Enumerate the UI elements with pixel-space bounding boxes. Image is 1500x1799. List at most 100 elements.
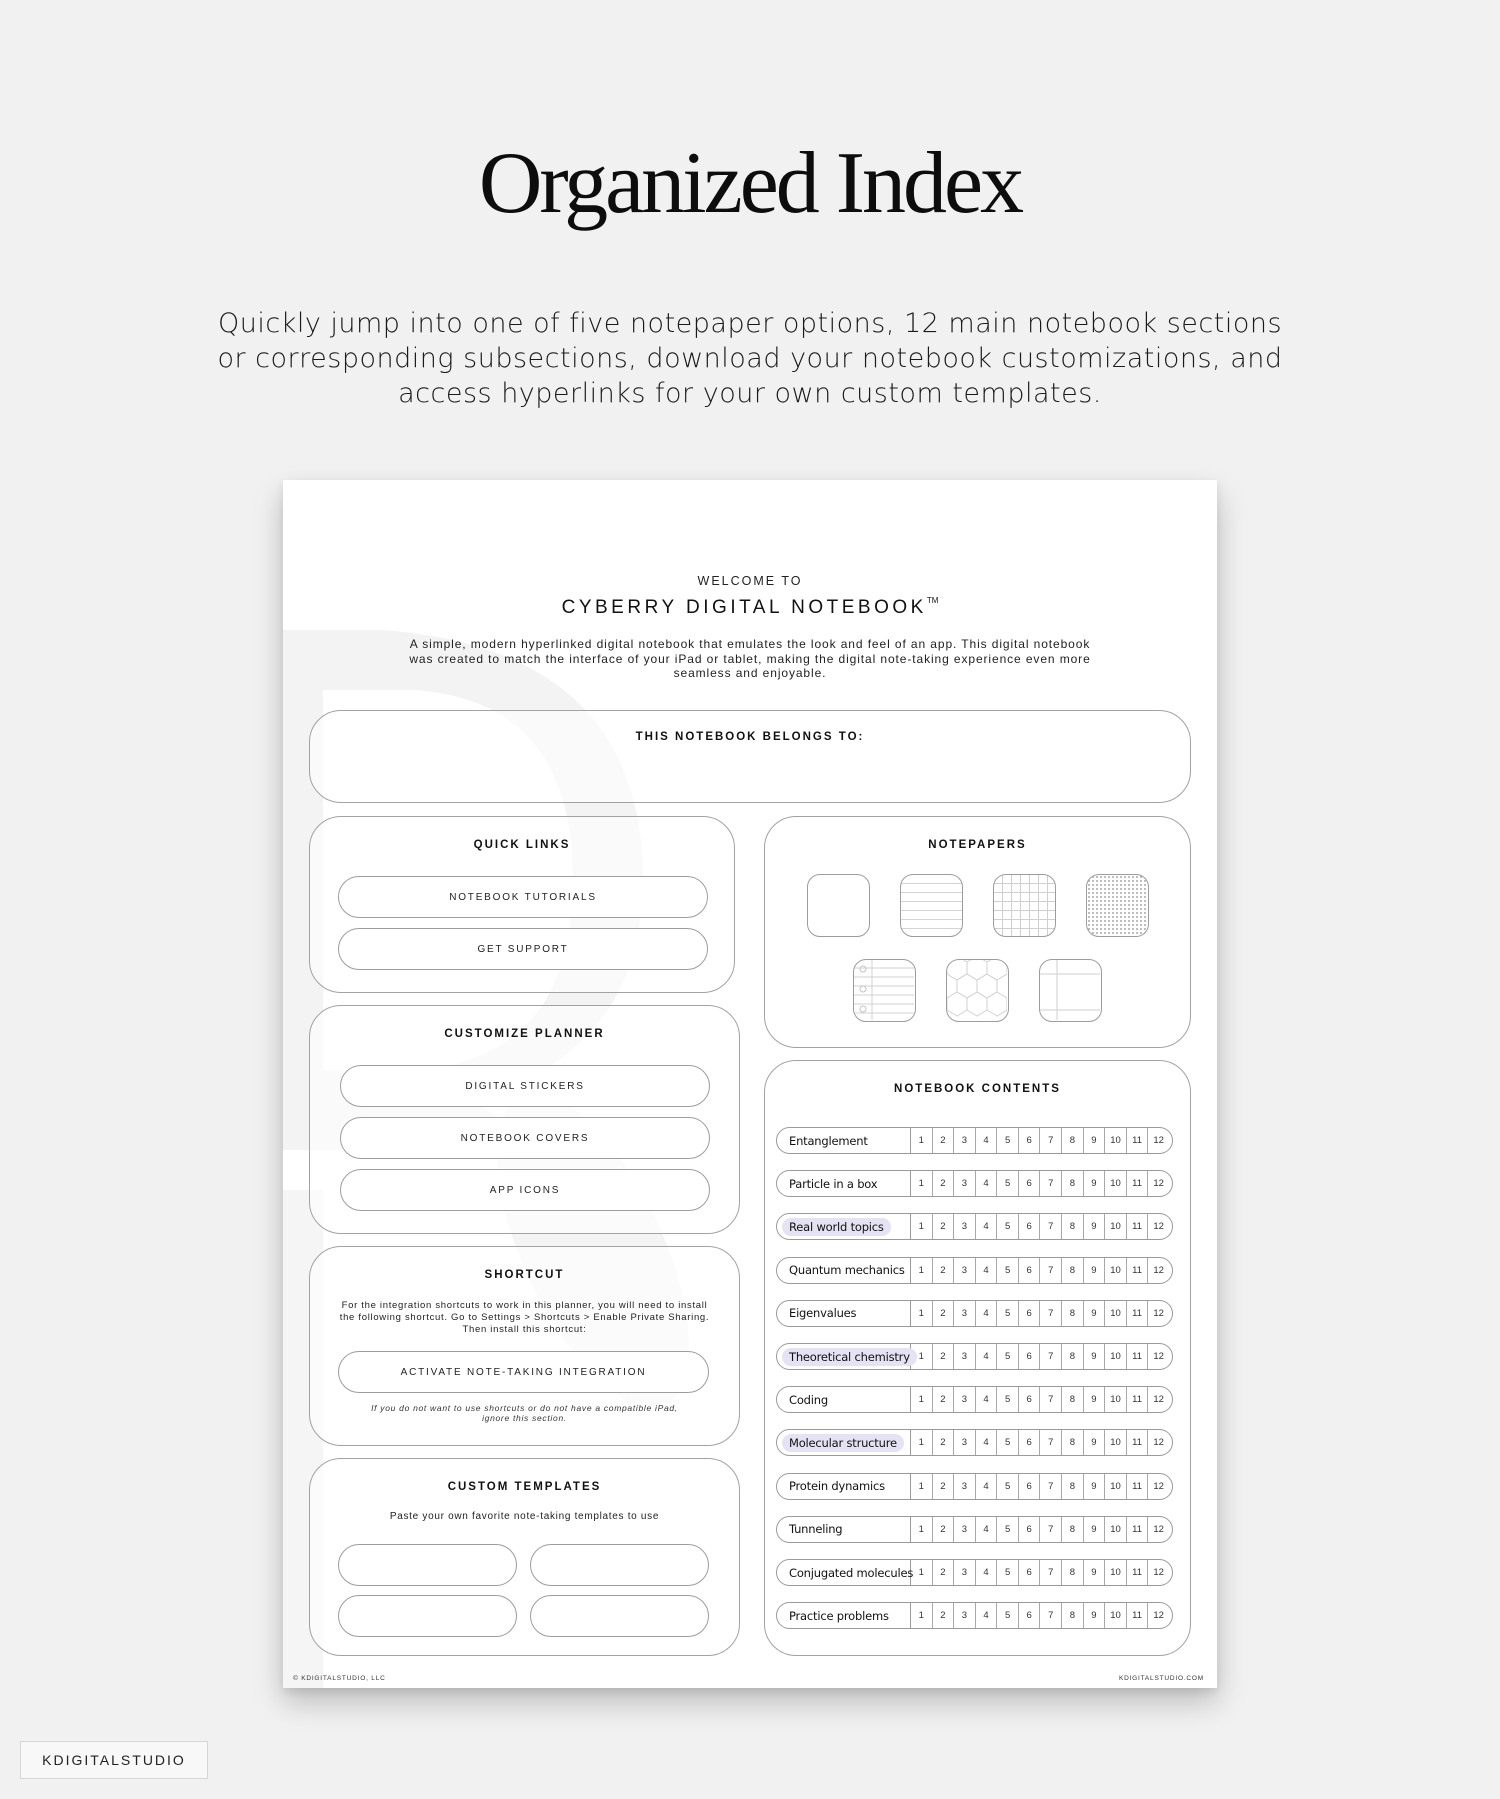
section-link[interactable]: Quantum mechanics bbox=[782, 1261, 912, 1279]
subsection-link[interactable]: 3 bbox=[954, 1128, 976, 1153]
subsection-link[interactable]: 7 bbox=[1040, 1257, 1063, 1283]
subsection-link[interactable]: 2 bbox=[933, 1603, 955, 1629]
subsection-link[interactable]: 12 bbox=[1148, 1560, 1172, 1585]
subsection-link[interactable]: 1 bbox=[911, 1516, 933, 1542]
subsection-link[interactable]: 3 bbox=[954, 1300, 976, 1326]
get-support-button[interactable]: GET SUPPORT bbox=[338, 928, 708, 970]
subsection-link[interactable]: 9 bbox=[1084, 1344, 1106, 1369]
subsection-link[interactable]: 10 bbox=[1105, 1387, 1127, 1413]
subsection-link[interactable]: 4 bbox=[976, 1560, 998, 1585]
subsection-link[interactable]: 9 bbox=[1084, 1171, 1106, 1197]
subsection-link[interactable]: 10 bbox=[1105, 1473, 1127, 1499]
subsection-link[interactable]: 1 bbox=[911, 1171, 933, 1197]
subsection-link[interactable]: 1 bbox=[911, 1344, 933, 1369]
subsection-link[interactable]: 12 bbox=[1148, 1214, 1172, 1239]
subsection-link[interactable]: 8 bbox=[1062, 1560, 1084, 1585]
subsection-link[interactable]: 9 bbox=[1084, 1128, 1106, 1153]
subsection-link[interactable]: 2 bbox=[933, 1387, 955, 1413]
subsection-link[interactable]: 11 bbox=[1127, 1171, 1149, 1197]
subsection-link[interactable]: 12 bbox=[1148, 1171, 1172, 1196]
subsection-link[interactable]: 11 bbox=[1127, 1387, 1149, 1413]
subsection-link[interactable]: 6 bbox=[1019, 1516, 1041, 1542]
subsection-link[interactable]: 12 bbox=[1148, 1474, 1172, 1499]
subsection-link[interactable]: 10 bbox=[1105, 1128, 1127, 1153]
subsection-link[interactable]: 2 bbox=[933, 1300, 955, 1326]
subsection-link[interactable]: 6 bbox=[1019, 1344, 1041, 1369]
subsection-link[interactable]: 7 bbox=[1040, 1171, 1063, 1197]
subsection-link[interactable]: 2 bbox=[933, 1344, 955, 1369]
subsection-link[interactable]: 5 bbox=[997, 1257, 1019, 1283]
subsection-link[interactable]: 12 bbox=[1148, 1517, 1172, 1542]
subsection-link[interactable]: 9 bbox=[1084, 1603, 1106, 1629]
subsection-link[interactable]: 10 bbox=[1105, 1171, 1127, 1197]
subsection-link[interactable]: 9 bbox=[1084, 1214, 1106, 1240]
subsection-link[interactable]: 8 bbox=[1062, 1214, 1084, 1240]
subsection-link[interactable]: 4 bbox=[976, 1300, 998, 1326]
subsection-link[interactable]: 8 bbox=[1062, 1344, 1084, 1369]
subsection-link[interactable]: 12 bbox=[1148, 1603, 1172, 1628]
subsection-link[interactable]: 6 bbox=[1019, 1128, 1041, 1153]
subsection-link[interactable]: 9 bbox=[1084, 1387, 1106, 1413]
subsection-link[interactable]: 11 bbox=[1127, 1560, 1149, 1585]
subsection-link[interactable]: 12 bbox=[1148, 1344, 1172, 1369]
subsection-link[interactable]: 1 bbox=[911, 1300, 933, 1326]
subsection-link[interactable]: 6 bbox=[1019, 1387, 1041, 1413]
subsection-link[interactable]: 1 bbox=[911, 1603, 933, 1629]
subsection-link[interactable]: 5 bbox=[997, 1171, 1019, 1197]
subsection-link[interactable]: 3 bbox=[954, 1387, 976, 1413]
subsection-link[interactable]: 7 bbox=[1040, 1430, 1063, 1456]
subsection-link[interactable]: 8 bbox=[1062, 1516, 1084, 1542]
subsection-link[interactable]: 11 bbox=[1127, 1473, 1149, 1499]
subsection-link[interactable]: 3 bbox=[954, 1257, 976, 1283]
section-link[interactable]: Molecular structure bbox=[782, 1433, 904, 1452]
subsection-link[interactable]: 1 bbox=[911, 1257, 933, 1283]
subsection-link[interactable]: 11 bbox=[1127, 1430, 1149, 1456]
subsection-link[interactable]: 10 bbox=[1105, 1344, 1127, 1369]
subsection-link[interactable]: 5 bbox=[997, 1516, 1019, 1542]
subsection-link[interactable]: 1 bbox=[911, 1560, 933, 1585]
subsection-link[interactable]: 3 bbox=[954, 1171, 976, 1197]
subsection-link[interactable]: 9 bbox=[1084, 1430, 1106, 1456]
subsection-link[interactable]: 8 bbox=[1062, 1171, 1084, 1197]
notebook-tutorials-button[interactable]: NOTEBOOK TUTORIALS bbox=[338, 876, 708, 918]
app-icons-button[interactable]: APP ICONS bbox=[340, 1169, 710, 1211]
subsection-link[interactable]: 7 bbox=[1040, 1516, 1063, 1542]
subsection-link[interactable]: 2 bbox=[933, 1171, 955, 1197]
subsection-link[interactable]: 3 bbox=[954, 1430, 976, 1456]
subsection-link[interactable]: 5 bbox=[997, 1128, 1019, 1153]
subsection-link[interactable]: 2 bbox=[933, 1128, 955, 1153]
subsection-link[interactable]: 4 bbox=[976, 1430, 998, 1456]
subsection-link[interactable]: 8 bbox=[1062, 1128, 1084, 1153]
notepaper-lined-icon[interactable] bbox=[900, 874, 963, 937]
subsection-link[interactable]: 5 bbox=[997, 1473, 1019, 1499]
subsection-link[interactable]: 2 bbox=[933, 1214, 955, 1240]
belongs-to-value[interactable] bbox=[350, 755, 1150, 785]
subsection-link[interactable]: 10 bbox=[1105, 1560, 1127, 1585]
subsection-link[interactable]: 5 bbox=[997, 1560, 1019, 1585]
subsection-link[interactable]: 8 bbox=[1062, 1603, 1084, 1629]
subsection-link[interactable]: 4 bbox=[976, 1387, 998, 1413]
subsection-link[interactable]: 7 bbox=[1040, 1128, 1063, 1153]
subsection-link[interactable]: 7 bbox=[1040, 1560, 1063, 1585]
subsection-link[interactable]: 6 bbox=[1019, 1473, 1041, 1499]
subsection-link[interactable]: 11 bbox=[1127, 1300, 1149, 1326]
section-link[interactable]: Conjugated molecules bbox=[782, 1564, 920, 1582]
subsection-link[interactable]: 6 bbox=[1019, 1430, 1041, 1456]
subsection-link[interactable]: 9 bbox=[1084, 1516, 1106, 1542]
subsection-link[interactable]: 2 bbox=[933, 1257, 955, 1283]
subsection-link[interactable]: 7 bbox=[1040, 1387, 1063, 1413]
notepaper-college-ruled-icon[interactable] bbox=[853, 959, 916, 1022]
section-link[interactable]: Entanglement bbox=[782, 1132, 875, 1150]
subsection-link[interactable]: 1 bbox=[911, 1214, 933, 1240]
notebook-covers-button[interactable]: NOTEBOOK COVERS bbox=[340, 1117, 710, 1159]
custom-template-slot-3[interactable] bbox=[338, 1595, 517, 1637]
subsection-link[interactable]: 11 bbox=[1127, 1128, 1149, 1153]
subsection-link[interactable]: 4 bbox=[976, 1171, 998, 1197]
subsection-link[interactable]: 9 bbox=[1084, 1560, 1106, 1585]
subsection-link[interactable]: 10 bbox=[1105, 1257, 1127, 1283]
section-link[interactable]: Coding bbox=[782, 1391, 835, 1409]
subsection-link[interactable]: 3 bbox=[954, 1473, 976, 1499]
subsection-link[interactable]: 2 bbox=[933, 1430, 955, 1456]
subsection-link[interactable]: 4 bbox=[976, 1257, 998, 1283]
subsection-link[interactable]: 6 bbox=[1019, 1560, 1041, 1585]
